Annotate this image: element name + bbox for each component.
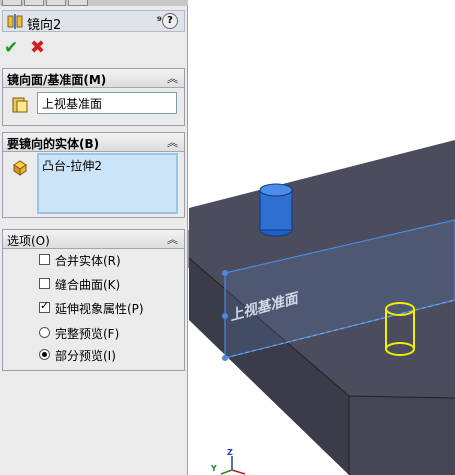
solid-body-icon — [13, 160, 27, 176]
options-group: 选项(O) ︽ 合并实体(R) 缝合曲面(K) 延伸视象属性(P) 完整预览(F… — [2, 229, 185, 371]
knit-surfaces-label: 缝合曲面(K) — [55, 278, 121, 292]
graphics-viewport[interactable]: 上视基准面 Z Y — [189, 0, 455, 475]
mirror-face-field[interactable]: 上视基准面 — [37, 92, 177, 114]
help-icon[interactable]: ? — [162, 13, 178, 29]
full-preview-label: 完整预览(F) — [55, 327, 120, 341]
knit-surfaces-checkbox[interactable] — [39, 278, 50, 289]
propagate-visual-label: 延伸视象属性(P) — [55, 302, 144, 316]
page-title: 镜向2 — [27, 18, 62, 33]
triad-y-label: Y — [211, 464, 217, 473]
collapse-chevron-icon[interactable]: ︽ — [167, 70, 178, 86]
mirror-face-group-title: 镜向面/基准面(M) — [7, 73, 107, 87]
plane-selection-icon — [12, 97, 28, 113]
tab-configuration-manager[interactable] — [46, 0, 66, 6]
property-manager-header: 镜向2 ⁹ ? — [2, 10, 185, 33]
tab-property-manager[interactable] — [24, 0, 44, 6]
tab-feature-manager[interactable] — [2, 0, 22, 6]
propagate-visual-checkbox[interactable] — [39, 299, 50, 313]
ok-button[interactable]: ✔ — [4, 38, 18, 58]
body-side-face — [349, 396, 455, 475]
list-item[interactable]: 凸台-拉伸2 — [42, 157, 173, 174]
property-manager-panel: 镜向2 ⁹ ? ✔ ✖ 镜向面/基准面(M) ︽ 上视基准面 要镜向的实体(B)… — [0, 0, 188, 475]
bodies-group-header[interactable]: 要镜向的实体(B) ︽ — [3, 133, 184, 152]
plane-handle[interactable] — [222, 313, 228, 319]
tab-dim-xpert[interactable] — [68, 0, 88, 6]
collapse-chevron-icon[interactable]: ︽ — [167, 134, 178, 150]
collapse-chevron-icon[interactable]: ︽ — [167, 231, 178, 247]
bodies-to-mirror-group: 要镜向的实体(B) ︽ 凸台-拉伸2 — [2, 132, 185, 218]
cylinder-body-top[interactable] — [259, 183, 293, 197]
cancel-button[interactable]: ✖ — [30, 37, 45, 58]
partial-preview-radio[interactable] — [39, 349, 50, 360]
options-group-header[interactable]: 选项(O) ︽ — [3, 230, 184, 249]
mirror-feature-icon — [7, 14, 23, 29]
bodies-group-title: 要镜向的实体(B) — [7, 137, 100, 151]
mirror-face-group: 镜向面/基准面(M) ︽ 上视基准面 — [2, 68, 185, 126]
mirror-face-group-header[interactable]: 镜向面/基准面(M) ︽ — [3, 69, 184, 88]
manager-tabs — [0, 0, 188, 6]
merge-solids-label: 合并实体(R) — [55, 254, 121, 268]
plane-handle[interactable] — [222, 355, 228, 361]
model-3d-view — [189, 140, 455, 475]
bodies-listbox[interactable]: 凸台-拉伸2 — [37, 153, 178, 214]
plane-handle[interactable] — [222, 270, 228, 276]
options-group-title: 选项(O) — [7, 234, 50, 248]
triad-z-label: Z — [227, 448, 233, 457]
merge-solids-checkbox[interactable] — [39, 254, 50, 265]
partial-preview-label: 部分预览(I) — [55, 349, 116, 363]
full-preview-radio[interactable] — [39, 327, 50, 338]
